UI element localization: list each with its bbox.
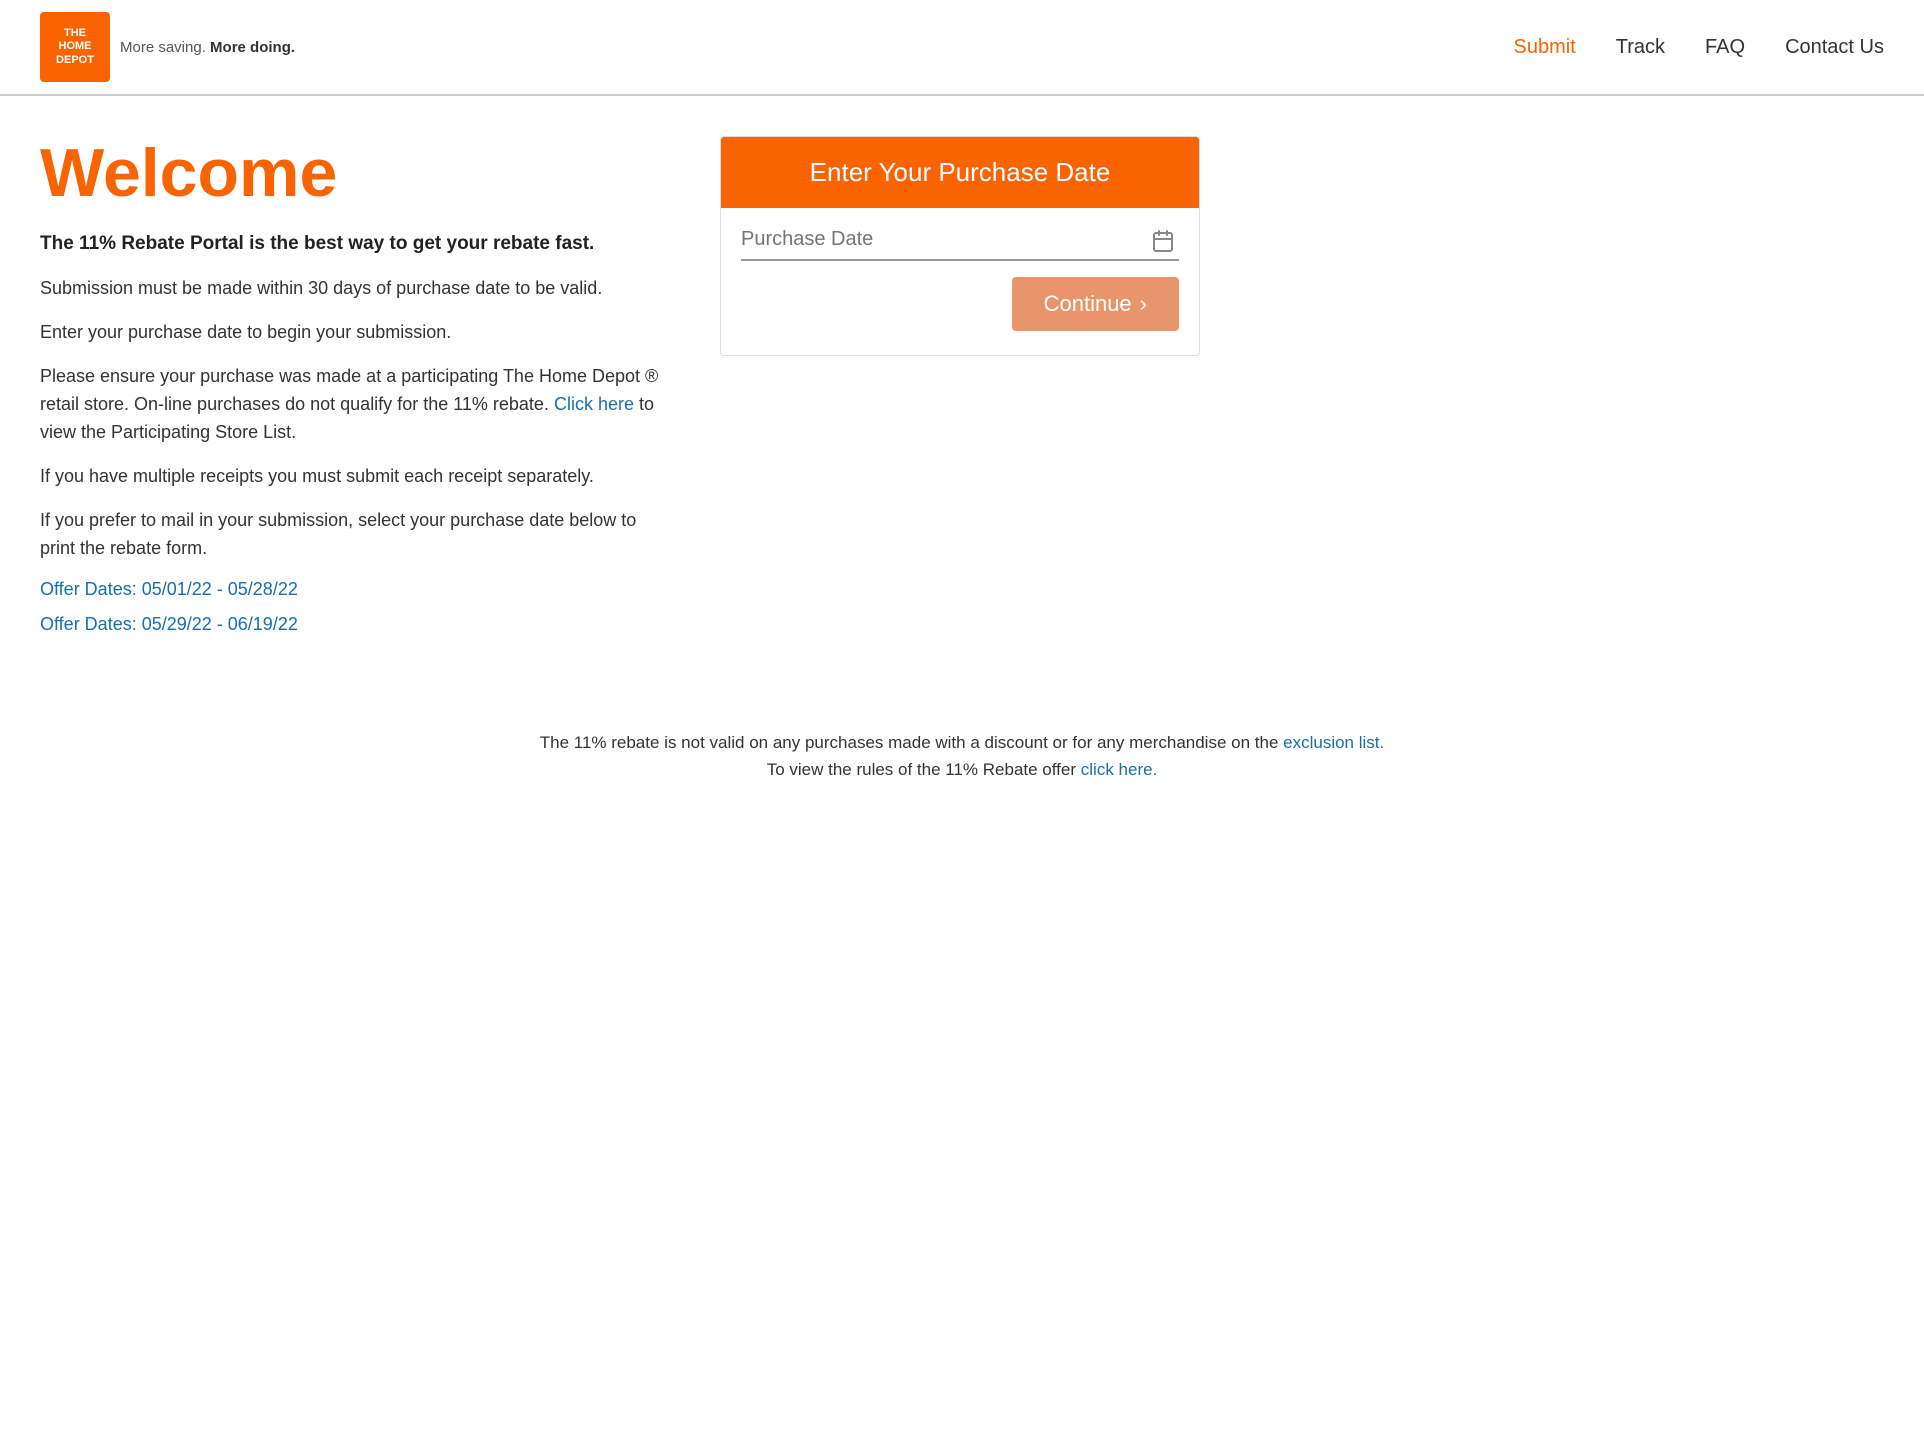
purchase-date-input[interactable] (741, 228, 1179, 251)
bottom-note-text: The 11% rebate is not valid on any purch… (40, 729, 1884, 783)
para-enter-date: Enter your purchase date to begin your s… (40, 319, 660, 347)
intro-bold: The 11% Rebate Portal is the best way to… (40, 231, 660, 258)
bottom-note-middle: To view the rules of the 11% Rebate offe… (767, 760, 1076, 779)
nav-submit[interactable]: Submit (1514, 36, 1576, 59)
continue-label: Continue (1044, 291, 1132, 317)
continue-arrow: › (1140, 291, 1147, 317)
nav-track[interactable]: Track (1616, 36, 1665, 59)
welcome-title: Welcome (40, 136, 660, 211)
offer-link-1[interactable]: Offer Dates: 05/01/22 - 05/28/22 (40, 579, 660, 600)
main-nav: Submit Track FAQ Contact Us (1514, 36, 1884, 59)
nav-contact[interactable]: Contact Us (1785, 36, 1884, 59)
para-participating: Please ensure your purchase was made at … (40, 363, 660, 447)
date-input-wrapper (741, 228, 1179, 261)
form-header: Enter Your Purchase Date (721, 137, 1199, 208)
header: THEHOMEDEPOT More saving. More doing. Su… (0, 0, 1924, 96)
continue-button[interactable]: Continue › (1012, 277, 1179, 331)
para-multiple-receipts: If you have multiple receipts you must s… (40, 463, 660, 491)
logo-text: THEHOMEDEPOT (56, 27, 94, 67)
logo-area: THEHOMEDEPOT More saving. More doing. (40, 12, 295, 82)
offer-link-2[interactable]: Offer Dates: 05/29/22 - 06/19/22 (40, 614, 660, 635)
calendar-icon (1151, 229, 1175, 259)
bottom-note-before: The 11% rebate is not valid on any purch… (540, 733, 1279, 752)
purchase-date-form: Enter Your Purchase Date (720, 136, 1200, 356)
para-submission: Submission must be made within 30 days o… (40, 275, 660, 303)
rules-click-here-link[interactable]: click here. (1081, 760, 1158, 779)
para-mail-in: If you prefer to mail in your submission… (40, 507, 660, 563)
logo-tagline: More saving. More doing. (120, 39, 295, 56)
click-here-link[interactable]: Click here (554, 394, 634, 414)
left-column: Welcome The 11% Rebate Portal is the bes… (40, 136, 660, 649)
form-body: Continue › (721, 208, 1199, 355)
logo-box: THEHOMEDEPOT (40, 12, 110, 82)
nav-faq[interactable]: FAQ (1705, 36, 1745, 59)
right-column: Enter Your Purchase Date (720, 136, 1200, 649)
main-content: Welcome The 11% Rebate Portal is the bes… (0, 96, 1240, 689)
exclusion-list-link[interactable]: exclusion list. (1283, 733, 1384, 752)
bottom-note: The 11% rebate is not valid on any purch… (0, 729, 1924, 783)
